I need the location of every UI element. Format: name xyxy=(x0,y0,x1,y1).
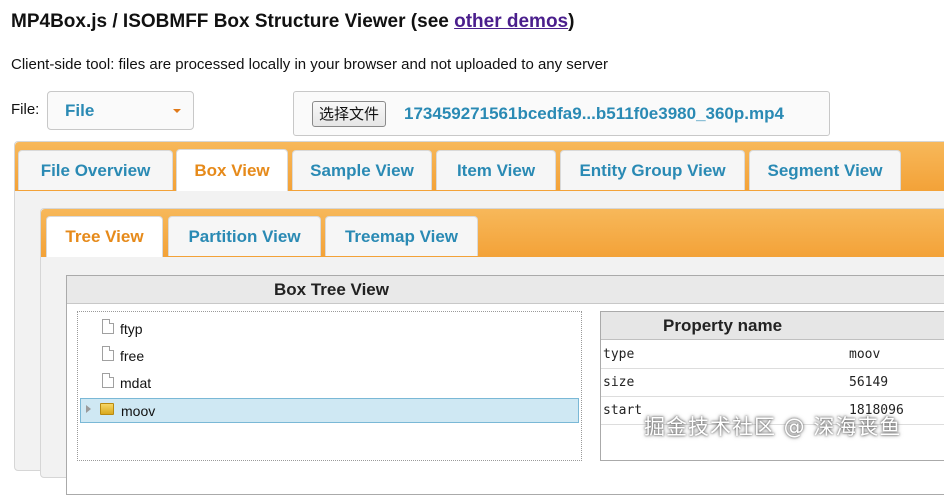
file-icon xyxy=(102,373,114,388)
tab-treemap-view[interactable]: Treemap View xyxy=(325,216,478,256)
tab-file-overview[interactable]: File Overview xyxy=(18,150,173,190)
tab-box-view[interactable]: Box View xyxy=(176,149,288,191)
properties-header: Property name xyxy=(601,312,944,340)
main-tab-bar: File Overview Box View Sample View Item … xyxy=(15,142,944,191)
file-label: File: xyxy=(11,101,40,118)
tree-item-label: mdat xyxy=(120,375,152,391)
other-demos-link[interactable]: other demos xyxy=(454,11,568,32)
property-name: type xyxy=(603,347,635,362)
property-name-column-header: Property name xyxy=(663,316,783,335)
tree-item-mdat[interactable]: mdat xyxy=(80,370,579,395)
file-icon xyxy=(102,346,114,361)
box-tree-view-title: Box Tree View xyxy=(274,280,389,299)
page-title: MP4Box.js / ISOBMFF Box Structure Viewer… xyxy=(11,11,574,33)
tab-tree-view[interactable]: Tree View xyxy=(46,216,163,257)
tree-item-free[interactable]: free xyxy=(80,343,579,368)
tab-sample-view[interactable]: Sample View xyxy=(292,150,432,190)
tab-entity-group-view[interactable]: Entity Group View xyxy=(560,150,745,190)
tree-item-moov[interactable]: moov xyxy=(80,398,579,423)
box-tree: ftyp free mdat moov xyxy=(77,311,582,461)
page-title-text: MP4Box.js / ISOBMFF Box Structure Viewer… xyxy=(11,11,455,32)
page-title-suffix: ) xyxy=(568,11,575,32)
tree-item-label: ftyp xyxy=(120,321,143,337)
property-value: 56149 xyxy=(849,375,889,390)
expand-arrow-icon[interactable] xyxy=(86,405,91,413)
tree-item-label: moov xyxy=(121,403,156,419)
file-source-value: File xyxy=(65,100,95,120)
file-icon xyxy=(102,319,114,334)
property-name: size xyxy=(603,375,635,390)
file-source-select[interactable]: File xyxy=(47,91,194,130)
tab-partition-view[interactable]: Partition View xyxy=(168,216,321,256)
property-row-size: size 56149 xyxy=(601,368,944,397)
tree-item-label: free xyxy=(120,348,145,364)
folder-icon xyxy=(100,403,114,415)
property-name: start xyxy=(603,403,643,418)
property-row-type: type moov xyxy=(601,340,944,369)
file-input-container: 选择文件 173459271561bcedfa9...b511f0e3980_3… xyxy=(293,91,830,136)
box-tree-view-section: Box Tree View ftyp free mdat moov Proper… xyxy=(66,275,944,495)
selected-file-name: 173459271561bcedfa9...b511f0e3980_360p.m… xyxy=(404,104,784,123)
tab-segment-view[interactable]: Segment View xyxy=(749,150,901,190)
tree-item-ftyp[interactable]: ftyp xyxy=(80,316,579,341)
box-tree-view-header: Box Tree View xyxy=(67,276,944,304)
property-value: moov xyxy=(849,347,881,362)
tab-item-view[interactable]: Item View xyxy=(436,150,556,190)
chevron-down-icon xyxy=(173,109,181,113)
watermark: 掘金技术社区 @ 深海丧鱼 xyxy=(644,415,902,439)
sub-tab-bar: Tree View Partition View Treemap View xyxy=(41,209,944,257)
page-subtitle: Client-side tool: files are processed lo… xyxy=(11,56,608,73)
choose-file-button[interactable]: 选择文件 xyxy=(312,101,387,127)
